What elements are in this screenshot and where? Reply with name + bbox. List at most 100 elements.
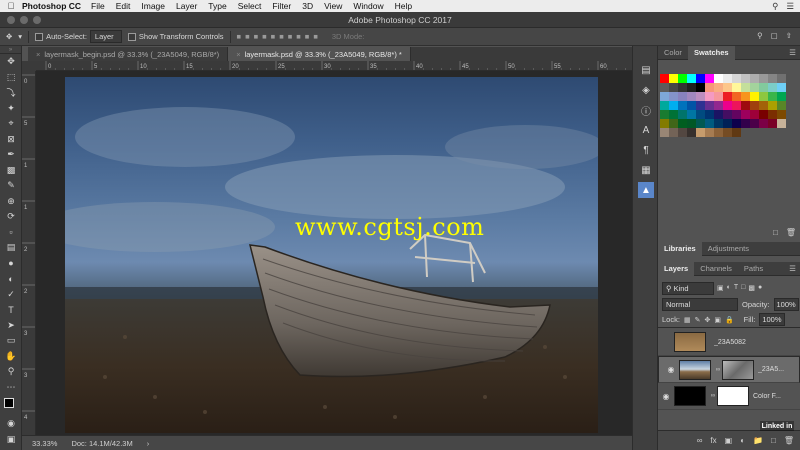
fill-input[interactable]: 100% [759,313,785,326]
color-swatch[interactable] [696,110,705,119]
menu-help[interactable]: Help [395,1,412,11]
color-swatch[interactable] [669,83,678,92]
color-swatch[interactable] [660,128,669,137]
color-swatch[interactable] [678,110,687,119]
eraser-tool-icon[interactable]: ▫ [0,225,22,241]
color-swatch[interactable] [687,110,696,119]
color-swatch[interactable] [777,119,786,128]
distribute-icon[interactable]: ■ [305,32,310,41]
color-swatch[interactable] [678,119,687,128]
add-mask-icon[interactable]: ▣ [725,436,733,445]
color-swatch[interactable] [696,74,705,83]
color-swatch[interactable] [678,92,687,101]
layer-name[interactable]: _23A5082 [714,339,746,346]
menu-view[interactable]: View [324,1,342,11]
color-swatch[interactable] [660,74,669,83]
color-swatch[interactable] [741,74,750,83]
color-swatch[interactable] [723,119,732,128]
mask-link-icon[interactable]: ∞ [709,393,717,399]
color-swatch[interactable] [714,128,723,137]
color-swatch[interactable] [768,74,777,83]
color-swatch[interactable] [750,74,759,83]
color-swatch[interactable] [669,74,678,83]
menu-window[interactable]: Window [353,1,383,11]
color-swatch[interactable] [777,110,786,119]
tab-layers[interactable]: Layers [658,261,695,276]
tab-color[interactable]: Color [658,46,688,60]
menu-image[interactable]: Image [141,1,165,11]
horizontal-ruler[interactable]: 0 5 10 15 20 25 30 35 40 45 50 55 60 [36,61,632,71]
blend-mode-dropdown[interactable]: Normal [662,297,738,311]
color-swatch[interactable] [669,101,678,110]
color-swatch[interactable] [705,101,714,110]
menu-file[interactable]: File [91,1,105,11]
color-swatch[interactable] [714,83,723,92]
history-panel-icon[interactable]: ▤ [633,60,659,80]
color-swatch[interactable] [687,128,696,137]
distribute-icon[interactable]: ■ [313,32,318,41]
brush-tool-icon[interactable]: ✎ [0,178,22,194]
color-swatch[interactable] [768,110,777,119]
rectangle-tool-icon[interactable]: ▭ [0,333,22,349]
paragraph-panel-icon[interactable]: ¶ [633,140,659,160]
color-swatch[interactable] [723,92,732,101]
color-swatch[interactable] [777,83,786,92]
color-swatch[interactable] [777,101,786,110]
new-group-icon[interactable]: 📁 [753,436,763,445]
color-swatch[interactable] [768,101,777,110]
color-swatch[interactable] [705,128,714,137]
brush-presets-panel-icon[interactable]: ▲ [638,182,654,198]
color-swatch[interactable] [723,110,732,119]
delete-layer-icon[interactable]: 🗑 [784,436,794,445]
color-swatch[interactable] [678,101,687,110]
new-layer-icon[interactable]: □ [771,436,776,445]
color-swatch[interactable] [696,128,705,137]
color-swatch[interactable] [660,101,669,110]
menu-3d[interactable]: 3D [302,1,313,11]
history-brush-tool-icon[interactable]: ⟳ [0,209,22,225]
search-icon[interactable]: ⚲ [772,1,778,12]
menu-layer[interactable]: Layer [176,1,197,11]
distribute-icon[interactable]: ■ [296,32,301,41]
tool-preset-chevron-icon[interactable]: ▾ [18,32,22,41]
color-swatch[interactable] [723,83,732,92]
align-left-icon[interactable]: ■ [262,32,267,41]
path-selection-tool-icon[interactable]: ➤ [0,318,22,334]
panel-grip-icon[interactable]: » [0,46,21,54]
color-swatch[interactable] [696,92,705,101]
foreground-color-swatch[interactable] [4,398,14,408]
type-tool-icon[interactable]: T [0,302,22,318]
layer-name[interactable]: Color F... [753,393,781,400]
color-swatch[interactable] [741,83,750,92]
color-swatch[interactable] [768,119,777,128]
color-swatch[interactable] [759,74,768,83]
color-swatch[interactable] [750,101,759,110]
lock-image-icon[interactable]: ✎ [695,316,701,324]
tab-swatches[interactable]: Swatches [687,45,735,60]
tab-libraries[interactable]: Libraries [658,241,702,256]
properties-panel-icon[interactable]: ◈ [633,80,659,100]
screen-mode-icon[interactable]: ▣ [0,432,22,448]
color-swatch[interactable] [732,74,741,83]
auto-select-checkbox[interactable] [35,32,44,41]
color-swatch[interactable] [759,83,768,92]
glyphs-panel-icon[interactable]: ▦ [633,160,659,180]
color-swatch[interactable] [696,101,705,110]
color-swatch[interactable] [759,92,768,101]
color-swatch[interactable] [714,74,723,83]
layer-row-selected[interactable]: ◉ ∞ _23A5... [658,356,800,383]
color-swatch[interactable] [714,92,723,101]
color-swatch[interactable] [705,119,714,128]
dodge-tool-icon[interactable]: ◐ [0,271,22,287]
panel-menu-icon[interactable]: ☰ [789,264,800,273]
doc-size[interactable]: Doc: 14.1M/42.3M [71,439,132,448]
color-swatch[interactable] [714,110,723,119]
distribute-icon[interactable]: ■ [288,32,293,41]
share-icon[interactable]: ⇧ [786,31,792,40]
lock-position-icon[interactable]: ✥ [704,316,710,324]
color-swatch[interactable] [687,92,696,101]
color-swatch[interactable] [732,92,741,101]
color-swatch[interactable] [696,119,705,128]
panel-menu-icon[interactable]: ☰ [789,48,800,57]
color-swatch[interactable] [687,74,696,83]
